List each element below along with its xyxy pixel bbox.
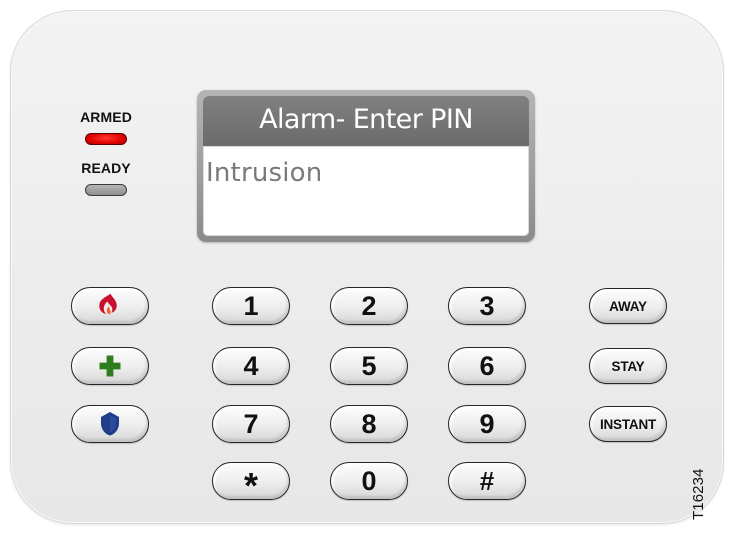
medical-emergency-button[interactable] [71,347,149,385]
away-label: AWAY [609,298,647,314]
stay-button[interactable]: STAY [589,348,667,384]
key-hash[interactable]: # [448,462,526,500]
key-6-label: 6 [479,351,495,381]
key-5-label: 5 [361,351,377,381]
key-4[interactable]: 4 [212,347,290,385]
key-1[interactable]: 1 [212,287,290,325]
key-star-label: * [243,465,258,506]
instant-label: INSTANT [599,416,657,432]
armed-led [85,133,127,145]
key-8[interactable]: 8 [330,405,408,443]
ready-led [85,184,127,196]
fire-emergency-button[interactable] [71,287,149,325]
lcd-title: Alarm- Enter PIN [203,96,529,146]
key-9[interactable]: 9 [448,405,526,443]
key-1-label: 1 [243,291,259,321]
key-3[interactable]: 3 [448,287,526,325]
key-4-label: 4 [243,351,259,381]
key-7[interactable]: 7 [212,405,290,443]
police-emergency-button[interactable] [71,405,149,443]
key-9-label: 9 [479,409,495,439]
fire-icon [99,293,117,315]
serial-number: T16234 [690,468,707,520]
key-2[interactable]: 2 [330,287,408,325]
key-2-label: 2 [361,291,377,321]
key-hash-label: # [479,466,495,496]
key-3-label: 3 [479,291,495,321]
key-0-label: 0 [361,466,377,496]
key-8-label: 8 [361,409,377,439]
key-0[interactable]: 0 [330,462,408,500]
medical-cross-icon [99,355,121,377]
key-5[interactable]: 5 [330,347,408,385]
key-star[interactable]: * [212,462,290,506]
key-7-label: 7 [243,409,259,439]
armed-indicator-label: ARMED [80,109,132,125]
key-6[interactable]: 6 [448,347,526,385]
instant-button[interactable]: INSTANT [589,406,667,442]
police-shield-icon [101,412,119,436]
away-button[interactable]: AWAY [589,288,667,324]
lcd-line-1: Intrusion [206,158,323,188]
stay-label: STAY [611,358,645,374]
ready-indicator-label: READY [81,160,131,176]
keypad-body [10,10,724,524]
